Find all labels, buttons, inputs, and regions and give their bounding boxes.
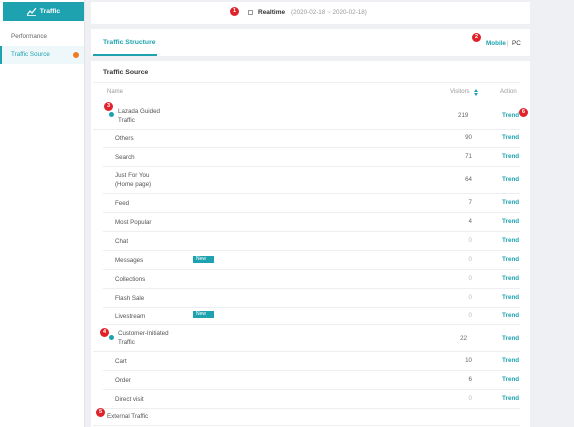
column-header-name: Name [107, 89, 124, 95]
traffic-chart-icon [26, 7, 36, 16]
source-name: Search [115, 154, 135, 161]
table-row-group: Customer-Initiated Traffic 22 Trend [93, 325, 520, 352]
visitor-count: 0 [468, 294, 472, 301]
table-row: Search 71 Trend [103, 148, 520, 167]
source-name: Most Popular [115, 219, 152, 226]
visitor-count: 0 [468, 256, 472, 263]
visitor-count: 0 [468, 275, 472, 282]
trend-link[interactable]: Trend [502, 237, 519, 244]
new-badge: New [193, 311, 214, 318]
date-range: (2020-02-18 ~ 2020-02-18) [291, 9, 367, 16]
source-name: Lazada Guided Traffic [118, 108, 160, 124]
marker-2: 2 [472, 33, 481, 42]
column-header-visitors[interactable]: Visitors [450, 89, 470, 95]
sidebar-header[interactable]: Traffic [3, 2, 84, 21]
tab-bar [91, 29, 530, 56]
table-row-group: External Traffic [93, 409, 520, 426]
table-row: Most Popular 4 Trend [103, 213, 520, 232]
table-row: Just For You (Home page) 64 Trend [103, 167, 520, 194]
sidebar-item-performance[interactable]: Performance [0, 28, 84, 46]
sort-arrows-icon[interactable] [474, 89, 478, 96]
source-name: Feed [115, 200, 130, 207]
trend-link[interactable]: Trend [502, 256, 519, 263]
visitor-count: 22 [460, 335, 467, 342]
sidebar-item-traffic-source[interactable]: Traffic Source [0, 46, 84, 64]
table-row: Livestream New 0 Trend [103, 308, 520, 325]
trend-link[interactable]: Trend [502, 218, 519, 225]
trend-link[interactable]: Trend [502, 275, 519, 282]
calendar-icon[interactable] [248, 10, 253, 15]
source-name: Collections [115, 276, 146, 283]
table-row: Collections 0 Trend [103, 270, 520, 289]
source-name: Livestream [115, 313, 146, 320]
marker-4: 4 [100, 328, 109, 337]
notification-dot [73, 52, 79, 58]
source-name: Others [115, 135, 134, 142]
trend-link[interactable]: Trend [502, 112, 519, 119]
tab-traffic-structure[interactable]: Traffic Structure [103, 39, 156, 46]
collapse-toggle-icon[interactable] [109, 112, 114, 117]
table-row: Others 90 Trend [103, 129, 520, 148]
source-name: Flash Sale [115, 295, 145, 302]
trend-link[interactable]: Trend [502, 376, 519, 383]
visitor-count: 6 [468, 376, 472, 383]
trend-link[interactable]: Trend [502, 199, 519, 206]
visitor-count: 10 [465, 357, 472, 364]
section-divider [93, 82, 520, 83]
marker-6: 6 [519, 108, 528, 117]
source-name: Cart [115, 358, 127, 365]
visitor-count: 71 [465, 153, 472, 160]
visitor-count: 0 [468, 395, 472, 402]
table-row-group: Lazada Guided Traffic 219 Trend [93, 101, 520, 130]
section-title: Traffic Source [103, 69, 149, 76]
tab-active-indicator [93, 54, 157, 56]
collapse-toggle-icon[interactable] [109, 335, 114, 340]
device-pc-toggle[interactable]: PC [512, 40, 521, 47]
table-row: Order 6 Trend [103, 371, 520, 390]
trend-link[interactable]: Trend [502, 312, 519, 319]
trend-link[interactable]: Trend [502, 153, 519, 160]
table-row: Direct visit 0 Trend [103, 390, 520, 409]
trend-link[interactable]: Trend [502, 395, 519, 402]
trend-link[interactable]: Trend [502, 294, 519, 301]
table-row: Chat 0 Trend [103, 232, 520, 251]
table-row: Feed 7 Trend [103, 194, 520, 213]
table-row: Messages New 0 Trend [103, 251, 520, 270]
trend-link[interactable]: Trend [502, 357, 519, 364]
marker-3: 3 [104, 102, 113, 111]
column-header-action: Action [500, 89, 517, 95]
realtime-toggle[interactable]: Realtime [258, 9, 285, 16]
source-name: Just For You (Home page) [115, 172, 152, 188]
visitor-count: 0 [468, 312, 472, 319]
visitor-count: 64 [465, 176, 472, 183]
table-row: Cart 10 Trend [103, 352, 520, 371]
marker-1: 1 [230, 7, 239, 16]
visitor-count: 219 [458, 112, 469, 119]
device-mobile-toggle[interactable]: Mobile [486, 40, 506, 47]
sidebar-header-label: Traffic [39, 8, 61, 15]
trend-link[interactable]: Trend [502, 176, 519, 183]
trend-link[interactable]: Trend [502, 134, 519, 141]
source-name: External Traffic [107, 413, 149, 420]
visitor-count: 4 [468, 218, 472, 225]
trend-link[interactable]: Trend [502, 335, 519, 342]
sidebar-item-label: Performance [11, 33, 48, 40]
sidebar: Traffic Performance Traffic Source [0, 0, 85, 427]
source-name: Messages [115, 257, 144, 264]
source-name: Direct visit [115, 396, 144, 403]
sidebar-item-label: Traffic Source [11, 51, 50, 58]
device-separator: | [507, 40, 509, 47]
source-name: Order [115, 377, 131, 384]
new-badge: New [193, 256, 214, 263]
visitor-count: 90 [465, 134, 472, 141]
source-name: Customer-Initiated Traffic [118, 330, 169, 346]
marker-5: 5 [96, 408, 105, 417]
visitor-count: 0 [468, 237, 472, 244]
visitor-count: 7 [468, 199, 472, 206]
source-name: Chat [115, 238, 129, 245]
table-row: Flash Sale 0 Trend [103, 289, 520, 308]
